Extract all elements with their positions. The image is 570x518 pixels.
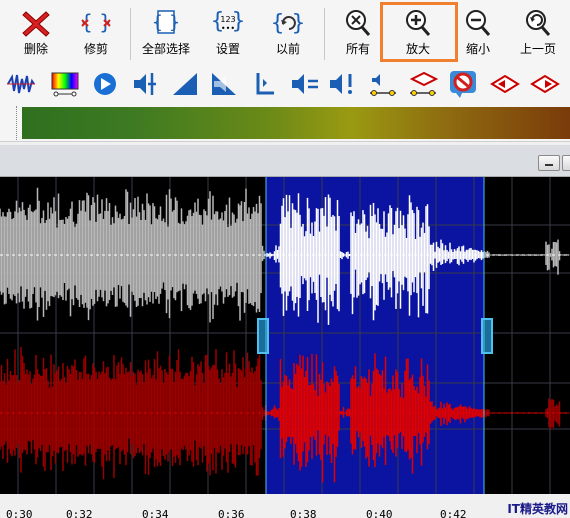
red-diamond-right-icon[interactable] bbox=[530, 69, 560, 99]
play-sphere-icon[interactable] bbox=[90, 69, 120, 99]
speaker-alert-icon[interactable] bbox=[328, 69, 358, 99]
spectrum-bar bbox=[22, 107, 570, 139]
zoom-all-button[interactable]: 所有 bbox=[328, 4, 388, 64]
settings-button[interactable]: { } 123 ••• 设置 bbox=[198, 4, 258, 64]
waveform-view[interactable] bbox=[0, 177, 570, 494]
time-tick: 0:36 bbox=[218, 508, 245, 518]
spectrum-color-icon[interactable] bbox=[50, 69, 80, 99]
select-all-icon: { } bbox=[152, 10, 181, 34]
time-tick: 0:38 bbox=[290, 508, 317, 518]
editor-title-strip bbox=[0, 145, 570, 177]
secondary-toolbar bbox=[0, 66, 570, 104]
settings-numbers-icon: { } 123 ••• bbox=[212, 9, 244, 34]
delete-button[interactable]: 删除 bbox=[6, 4, 66, 64]
time-tick: 0:40 bbox=[366, 508, 393, 518]
time-tick: 0:32 bbox=[66, 508, 93, 518]
speaker-cursor-icon[interactable] bbox=[130, 69, 160, 99]
trim-label: 修剪 bbox=[83, 42, 108, 56]
restore-button[interactable] bbox=[562, 155, 570, 171]
time-tick: 0:30 bbox=[6, 508, 33, 518]
red-diamond-left-icon[interactable] bbox=[490, 69, 520, 99]
delete-label: 删除 bbox=[23, 42, 48, 56]
zoom-in-highlight-box bbox=[380, 2, 458, 62]
settings-label: 设置 bbox=[215, 42, 240, 56]
marker-bracket-icon[interactable] bbox=[250, 69, 280, 99]
svg-text:•••: ••• bbox=[221, 24, 235, 33]
prev-page-icon bbox=[526, 10, 551, 36]
zoom-all-icon bbox=[346, 10, 371, 36]
toolbar-separator bbox=[130, 8, 131, 60]
speaker-slider-icon[interactable] bbox=[368, 69, 398, 99]
time-tick: 0:34 bbox=[142, 508, 169, 518]
stop-prohibit-icon[interactable] bbox=[448, 69, 478, 99]
zoom-out-icon bbox=[466, 10, 491, 36]
minimize-button[interactable] bbox=[538, 155, 560, 171]
main-toolbar: 删除 { } 修剪 { } 全部选择 { } 123 ••• 设置 { } 以前 bbox=[0, 0, 570, 66]
prev-page-label: 上一页 bbox=[519, 42, 556, 56]
svg-text:{ }: { } bbox=[152, 12, 181, 33]
red-marker-slider-icon[interactable] bbox=[408, 69, 439, 99]
svg-text:{ }: { } bbox=[272, 11, 304, 36]
fade-in-icon[interactable] bbox=[170, 69, 200, 99]
select-all-button[interactable]: { } 全部选择 bbox=[136, 4, 196, 64]
normalize-icon[interactable] bbox=[6, 69, 36, 99]
waveform-canvas bbox=[0, 177, 570, 494]
previous-label: 以前 bbox=[275, 42, 300, 56]
spectrum-panel bbox=[0, 104, 570, 142]
time-ruler: 0:30 0:32 0:34 0:36 0:38 0:40 0:42 IT精英教… bbox=[0, 494, 570, 518]
speaker-fade-icon[interactable] bbox=[208, 69, 238, 99]
delete-x-icon bbox=[22, 11, 50, 37]
time-tick: 0:42 bbox=[440, 508, 467, 518]
watermark-text: IT精英教网 bbox=[507, 502, 568, 516]
toolbar-separator bbox=[324, 8, 325, 60]
svg-text:123: 123 bbox=[220, 15, 235, 24]
panel-grip[interactable] bbox=[16, 106, 17, 140]
prev-page-button[interactable]: 上一页 bbox=[508, 4, 568, 64]
previous-button[interactable]: { } 以前 bbox=[258, 4, 318, 64]
speaker-equal-icon[interactable] bbox=[290, 69, 320, 99]
zoom-all-label: 所有 bbox=[345, 42, 370, 56]
trim-button[interactable]: { } 修剪 bbox=[66, 4, 126, 64]
trim-brackets-icon: { } bbox=[80, 10, 112, 34]
undo-previous-icon: { } bbox=[272, 11, 304, 36]
select-all-label: 全部选择 bbox=[141, 42, 190, 56]
